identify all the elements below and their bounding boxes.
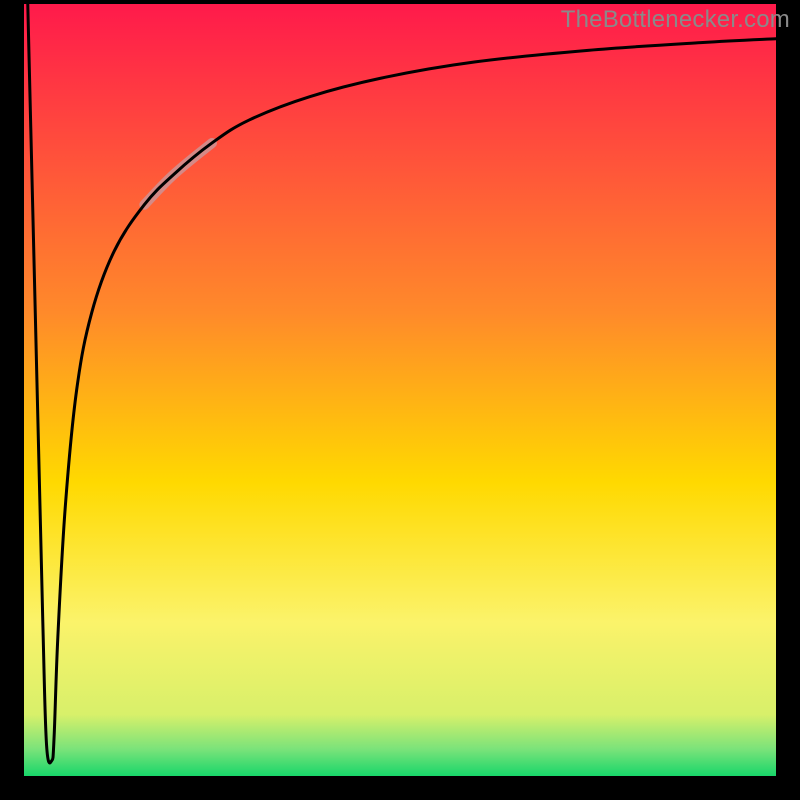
plot-background [24,4,776,776]
bottleneck-chart [0,0,800,800]
chart-container: TheBottlenecker.com [0,0,800,800]
